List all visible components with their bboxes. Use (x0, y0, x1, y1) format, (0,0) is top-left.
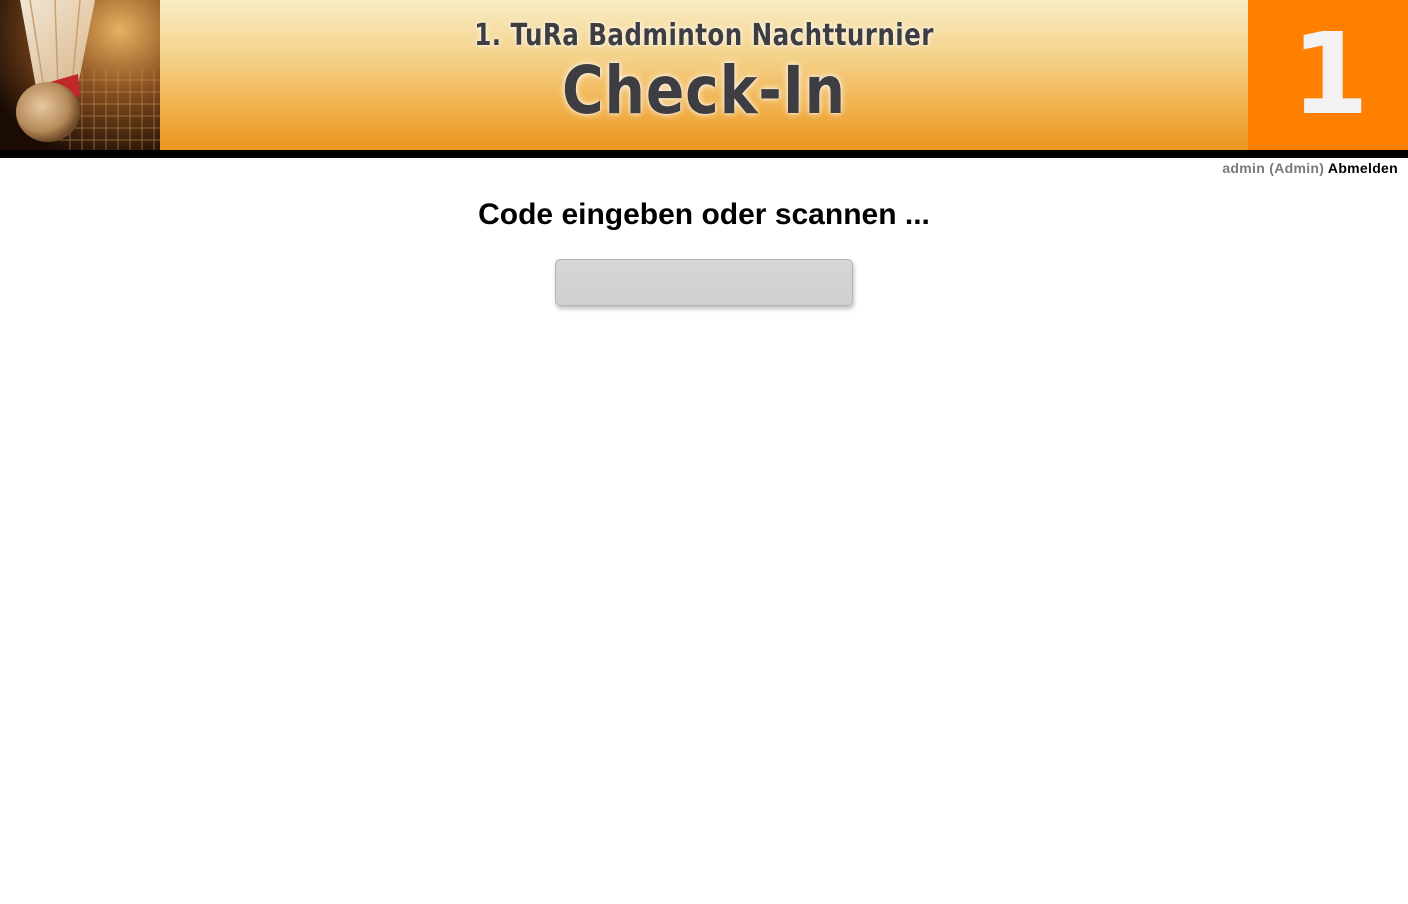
page-title: Check-In (562, 52, 846, 129)
page-header: 1. TuRa Badminton Nachtturnier Check-In … (0, 0, 1408, 150)
header-divider (0, 150, 1408, 158)
scan-prompt: Code eingeben oder scannen ... (478, 198, 930, 231)
logout-link[interactable]: Abmelden (1328, 160, 1398, 176)
number-badge: 1 (1248, 0, 1408, 150)
shuttlecock-icon (0, 0, 160, 150)
shuttlecock-photo (0, 0, 160, 150)
code-input-wrapper (0, 259, 1408, 306)
user-bar: admin (Admin) Abmelden (0, 158, 1408, 180)
tournament-subtitle: 1. TuRa Badminton Nachtturnier (474, 18, 934, 53)
code-input[interactable] (555, 259, 853, 306)
current-user: admin (Admin) (1222, 160, 1325, 176)
header-titles: 1. TuRa Badminton Nachtturnier Check-In (160, 0, 1248, 150)
